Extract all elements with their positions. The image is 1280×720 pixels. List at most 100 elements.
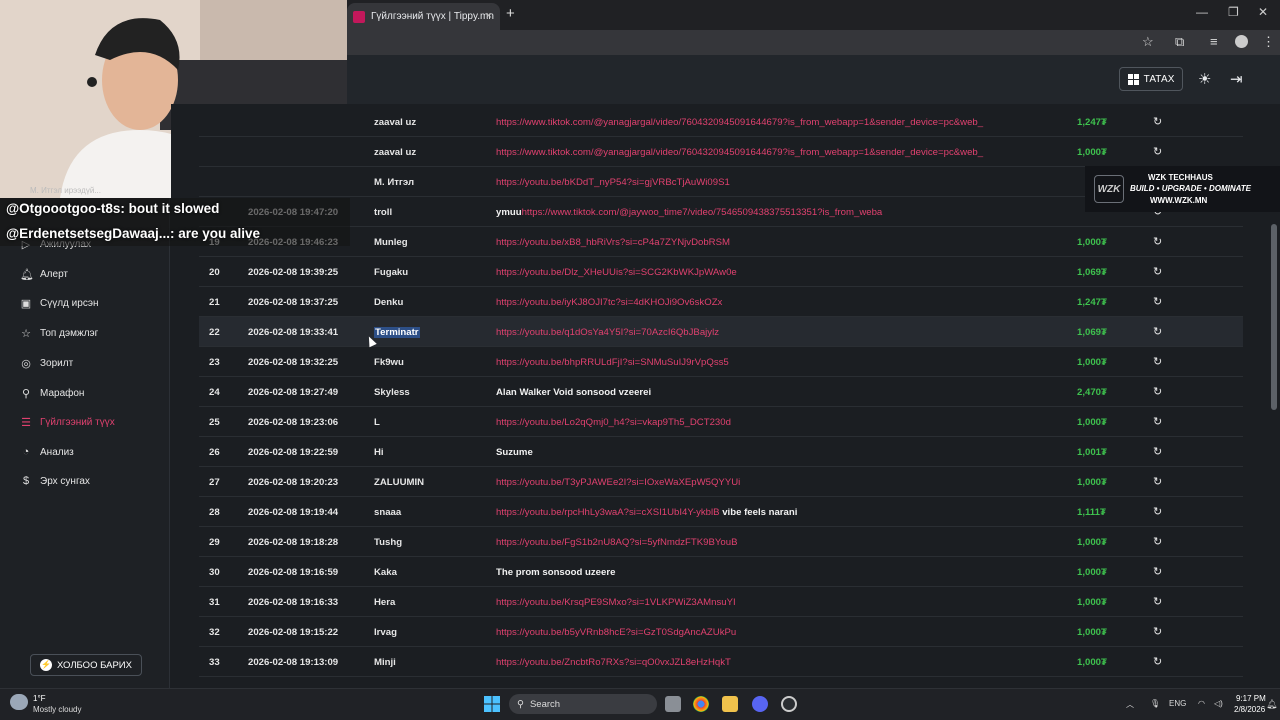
- message-link[interactable]: https://www.tiktok.com/@yanagjargal/vide…: [496, 147, 983, 158]
- task-view-icon[interactable]: [665, 696, 681, 712]
- replay-icon[interactable]: ↻: [1153, 265, 1162, 278]
- table-row[interactable]: 33 2026-02-08 19:13:09 Minji https://youtu.…: [199, 647, 1243, 677]
- row-amount: 1,000₮: [1077, 477, 1107, 488]
- row-amount: 1,069₮: [1077, 327, 1107, 338]
- replay-icon[interactable]: ↻: [1153, 565, 1162, 578]
- message-link[interactable]: https://www.tiktok.com/@yanagjargal/vide…: [496, 117, 983, 128]
- weather-temp[interactable]: 1°F: [33, 694, 46, 703]
- replay-icon[interactable]: ↻: [1153, 295, 1162, 308]
- message-link[interactable]: https://youtu.be/T3yPJAWEe2I?si=IOxeWaXE…: [496, 477, 740, 488]
- sidebar-item-extend[interactable]: $ Эрх сунгах: [20, 471, 90, 491]
- table-row[interactable]: 192026-02-08 19:46:23Munleghttps://youtu…: [199, 227, 1243, 257]
- replay-icon[interactable]: ↻: [1153, 115, 1162, 128]
- language-indicator[interactable]: ENG: [1169, 699, 1186, 708]
- row-number: 24: [209, 387, 220, 398]
- windows-start-icon[interactable]: [484, 696, 500, 712]
- chrome-icon[interactable]: [693, 696, 709, 712]
- table-row[interactable]: 24 2026-02-08 19:27:49 Skyless Alan Walker …: [199, 377, 1243, 407]
- volume-icon[interactable]: ◁): [1214, 699, 1223, 708]
- sidebar-item-goal[interactable]: ◎ Зорилт: [20, 353, 73, 373]
- message-link[interactable]: https://youtu.be/ZncbtRo7RXs?si=qO0vxJZL…: [496, 657, 731, 668]
- table-row[interactable]: 21 2026-02-08 19:37:25 Denku https://youtu.…: [199, 287, 1243, 317]
- replay-icon[interactable]: ↻: [1153, 415, 1162, 428]
- clock-time[interactable]: 9:17 PM: [1236, 694, 1266, 703]
- replay-icon[interactable]: ↻: [1153, 385, 1162, 398]
- message-link[interactable]: https://youtu.be/Lo2qQmj0_h4?si=vkap9Th5…: [496, 417, 731, 428]
- sidebar-item-marathon[interactable]: ⚲ Марафон: [20, 383, 84, 403]
- message-link[interactable]: https://www.tiktok.com/@jaywoo_time7/vid…: [522, 207, 883, 218]
- extensions-icon[interactable]: ⧉: [1175, 34, 1184, 50]
- table-row[interactable]: zaaval uz https://www.tiktok.com/@yanagja…: [199, 107, 1243, 137]
- close-window-button[interactable]: ✕: [1258, 5, 1268, 19]
- sidebar-item-analysis[interactable]: ◔ Анализ: [20, 442, 74, 462]
- table-row[interactable]: 26 2026-02-08 19:22:59 Hi Suzume 1,001₮ ↻: [199, 437, 1243, 467]
- table-row[interactable]: 31 2026-02-08 19:16:33 Hera https://youtu.b…: [199, 587, 1243, 617]
- message-link[interactable]: https://youtu.be/q1dOsYa4Y5I?si=70AzcI6Q…: [496, 327, 719, 338]
- microphone-icon[interactable]: 🎙︎: [1150, 699, 1160, 708]
- row-donor-name: Fk9wu: [374, 357, 404, 368]
- message-link[interactable]: https://youtu.be/rpcHhLy3waA?si=cXSI1UbI…: [496, 507, 720, 518]
- table-row[interactable]: 30 2026-02-08 19:16:59 Kaka The prom sonsoo…: [199, 557, 1243, 587]
- weather-desc[interactable]: Mostly cloudy: [33, 705, 81, 714]
- browser-tab[interactable]: Гүйлгээний түүх | Tippy.mn ×: [347, 3, 500, 30]
- replay-icon[interactable]: ↻: [1153, 535, 1162, 548]
- table-row[interactable]: 23 2026-02-08 19:32:25 Fk9wu https://youtu.…: [199, 347, 1243, 377]
- replay-icon[interactable]: ↻: [1153, 325, 1162, 338]
- notification-icon[interactable]: 🔔︎: [1266, 699, 1277, 710]
- message-link[interactable]: https://youtu.be/Dlz_XHeUUis?si=SCG2KbWK…: [496, 267, 737, 278]
- bookmark-star-icon[interactable]: ☆: [1142, 34, 1154, 50]
- browser-menu-icon[interactable]: ⋮: [1262, 34, 1275, 50]
- message-link[interactable]: https://youtu.be/bhpRRULdFjI?si=SNMuSuIJ…: [496, 357, 729, 368]
- media-control-icon[interactable]: ≡: [1210, 34, 1218, 49]
- table-row[interactable]: 25 2026-02-08 19:23:06 Lhttps://youtu.be/L…: [199, 407, 1243, 437]
- table-row[interactable]: 28 2026-02-08 19:19:44 snaaa https://youtu.…: [199, 497, 1243, 527]
- sidebar-item-recent[interactable]: ▣ Сүүлд ирсэн: [20, 293, 99, 313]
- table-row[interactable]: 29 2026-02-08 19:18:28 Tushg https://youtu.…: [199, 527, 1243, 557]
- obs-icon[interactable]: [781, 696, 797, 712]
- replay-icon[interactable]: ↻: [1153, 475, 1162, 488]
- clock-date[interactable]: 2/8/2026: [1234, 705, 1265, 714]
- row-message: https://youtu.be/T3yPJAWEe2I?si=IOxeWaXE…: [496, 477, 1041, 488]
- table-row[interactable]: 20 2026-02-08 19:39:25 Fugaku https://youtu…: [199, 257, 1243, 287]
- row-amount: 1,000₮: [1077, 597, 1107, 608]
- wifi-icon[interactable]: ◠: [1198, 699, 1205, 708]
- replay-icon[interactable]: ↻: [1153, 445, 1162, 458]
- table-row[interactable]: 32 2026-02-08 19:15:22 Irvag https://youtu.…: [199, 617, 1243, 647]
- restore-button[interactable]: ❐: [1228, 5, 1239, 19]
- discord-icon[interactable]: [752, 696, 768, 712]
- sidebar-item-transaction-history[interactable]: ☰ Гүйлгээний түүх: [20, 412, 115, 432]
- profile-avatar[interactable]: [1235, 35, 1248, 48]
- message-link[interactable]: https://youtu.be/FgS1b2nU8AQ?si=5yfNmdzF…: [496, 537, 738, 548]
- new-tab-button[interactable]: +: [506, 5, 515, 22]
- sidebar-item-alert[interactable]: 🔔︎ Алерт: [20, 264, 68, 284]
- replay-icon[interactable]: ↻: [1153, 505, 1162, 518]
- tray-chevron-icon[interactable]: ︿: [1126, 699, 1134, 710]
- address-bar[interactable]: [347, 30, 1280, 55]
- replay-icon[interactable]: ↻: [1153, 235, 1162, 248]
- tab-close-icon[interactable]: ×: [486, 10, 492, 22]
- weather-cloud-icon[interactable]: [10, 694, 28, 710]
- taskbar-search[interactable]: ⚲ Search: [509, 694, 657, 714]
- logout-icon[interactable]: ⇥: [1230, 70, 1243, 88]
- message-link[interactable]: https://youtu.be/iyKJ8OJI7tc?si=4dKHOJi9…: [496, 297, 722, 308]
- minimize-button[interactable]: —: [1196, 5, 1208, 19]
- replay-icon[interactable]: ↻: [1153, 655, 1162, 668]
- replay-icon[interactable]: ↻: [1153, 355, 1162, 368]
- message-link[interactable]: https://youtu.be/KrsqPE9SMxo?si=1VLKPWiZ…: [496, 597, 736, 608]
- sidebar-item-label: Марафон: [40, 387, 85, 399]
- table-row[interactable]: 22 2026-02-08 19:33:41 Terminatr https://yo…: [199, 317, 1243, 347]
- contact-button[interactable]: ⚡ ХОЛБОО БАРИХ: [30, 654, 142, 676]
- replay-icon[interactable]: ↻: [1153, 625, 1162, 638]
- table-row[interactable]: zaaval uz https://www.tiktok.com/@yanagja…: [199, 137, 1243, 167]
- replay-icon[interactable]: ↻: [1153, 595, 1162, 608]
- message-link[interactable]: https://youtu.be/b5yVRnb8hcE?si=GzT0SdgA…: [496, 627, 736, 638]
- sidebar-item-top-support[interactable]: ☆ Топ дэмжлэг: [20, 323, 98, 343]
- table-row[interactable]: 27 2026-02-08 19:20:23 ZALUUMIN https://you…: [199, 467, 1243, 497]
- replay-icon[interactable]: ↻: [1153, 145, 1162, 158]
- message-link[interactable]: https://youtu.be/xB8_hbRiVrs?si=cP4a7ZYN…: [496, 237, 730, 248]
- file-explorer-icon[interactable]: [722, 696, 738, 712]
- theme-toggle-sun-icon[interactable]: ☀: [1198, 70, 1211, 88]
- scrollbar-thumb[interactable]: [1271, 224, 1277, 410]
- message-link[interactable]: https://youtu.be/bKDdT_nyP54?si=gjVRBcTj…: [496, 177, 730, 188]
- download-button[interactable]: ТАТАХ: [1119, 67, 1183, 91]
